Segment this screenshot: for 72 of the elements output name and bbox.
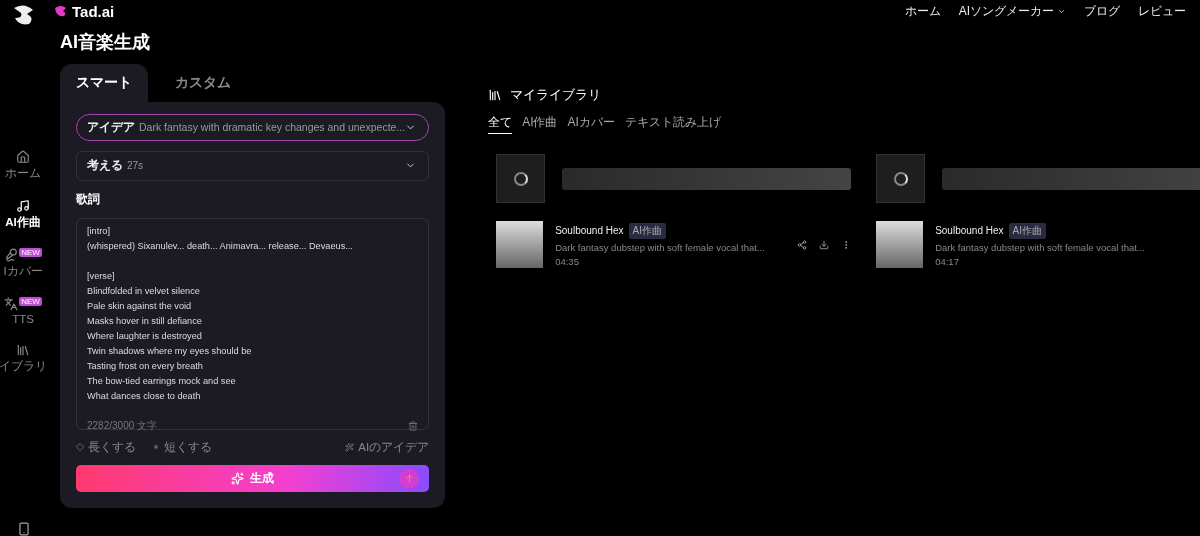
- library-tab[interactable]: AIカバー: [567, 114, 615, 134]
- sidebar-item[interactable]: イブラリ: [0, 343, 46, 374]
- nav-link[interactable]: ホーム: [904, 2, 941, 20]
- lyrics-line: Where laughter is destroyed: [87, 329, 203, 343]
- lyrics-label: 歌詞: [76, 190, 101, 208]
- sidebar-label: イブラリ: [0, 359, 47, 374]
- download-icon[interactable]: [819, 239, 830, 250]
- lyrics-line: The bow-tied earrings mock and see: [87, 374, 237, 388]
- mode-tab[interactable]: カスタム: [148, 64, 258, 102]
- sparkles-icon: [231, 471, 245, 485]
- lyrics-line: [intro]: [87, 224, 111, 238]
- sidebar-icon: [16, 199, 30, 213]
- page-title: AI音楽生成: [60, 31, 151, 54]
- library-title: マイライブラリ: [510, 86, 602, 104]
- new-badge: NEW: [19, 248, 42, 257]
- song-duration: 04:17: [935, 255, 960, 267]
- brand-name: Tad.ai: [72, 2, 115, 20]
- lyrics-line: Tasting frost on every breath: [87, 359, 204, 373]
- song-duration: 04:35: [555, 255, 580, 267]
- song-title: Soulbound Hex: [935, 225, 1004, 236]
- sidebar-label: AI作曲: [5, 215, 41, 230]
- song-description: Dark fantasy dubstep with soft female vocal that...: [555, 241, 766, 253]
- photo-placeholder: [876, 221, 924, 268]
- ai-idea-button[interactable]: AIのアイデア: [345, 439, 430, 455]
- arrow-up-icon: [399, 468, 420, 489]
- sidebar-item[interactable]: NEW Iカバー: [0, 248, 46, 279]
- loading-thumbnail: [876, 154, 926, 203]
- song-row[interactable]: Soulbound Hex AI作曲 Dark fantasy dubstep with soft female vocal that... 04:17: [876, 221, 1200, 268]
- lyrics-action-button[interactable]: 短くする: [152, 439, 212, 455]
- nav-link[interactable]: レビュー: [1138, 2, 1186, 20]
- thinking-dropdown[interactable]: 考える 27s: [76, 151, 430, 181]
- sidebar-icon: [16, 343, 30, 357]
- nav-link[interactable]: ブログ: [1084, 2, 1120, 20]
- lyrics-line: Pale skin against the void: [87, 299, 193, 313]
- sidebar-item[interactable]: ホーム: [0, 150, 46, 181]
- lyrics-action-button[interactable]: 長くする: [76, 439, 136, 455]
- song-tag: AI作曲: [1008, 222, 1046, 239]
- library-tab[interactable]: テキスト読み上げ: [624, 114, 721, 134]
- lyrics-line: [verse]: [87, 269, 116, 283]
- lyrics-line: (whispered) Sixanulev... death... Animavra... release... Devaeus...: [87, 239, 354, 253]
- loading-thumbnail: [496, 154, 546, 203]
- sidebar-label: TTS: [12, 313, 34, 325]
- sidebar-label: Iカバー: [3, 264, 43, 279]
- logo-icon: [54, 5, 68, 17]
- photo-placeholder: [496, 221, 544, 268]
- lyrics-line: What dances close to death: [87, 389, 202, 403]
- sidebar-item[interactable]: NEW TTS: [0, 297, 46, 325]
- lyrics-line: Twin shadows where my eyes should be: [87, 344, 253, 358]
- idea-dropdown[interactable]: アイデア Dark fantasy with dramatic key changes and unexpecte...: [76, 114, 430, 142]
- sidebar-icon: [4, 297, 19, 311]
- lyrics-field[interactable]: [76, 217, 430, 430]
- trash-icon[interactable]: [408, 420, 419, 431]
- diamond-icon: [76, 443, 84, 452]
- sidebar-icon: [4, 248, 19, 262]
- nav-link[interactable]: AIソングメーカー: [958, 2, 1066, 20]
- song-row[interactable]: Soulbound Hex AI作曲 Dark fantasy dubstep with soft female vocal that... 04:35: [496, 221, 852, 268]
- phone-icon[interactable]: [17, 522, 31, 536]
- library-tab[interactable]: 全て: [488, 114, 513, 134]
- song-tag: AI作曲: [628, 222, 666, 239]
- mode-tab[interactable]: スマート: [60, 64, 148, 102]
- new-badge: NEW: [19, 297, 42, 306]
- sidebar-label: ホーム: [5, 166, 41, 181]
- share-icon[interactable]: [797, 239, 808, 250]
- library-icon: [488, 88, 503, 102]
- sidebar-item[interactable]: AI作曲: [0, 199, 46, 230]
- library-tab[interactable]: AI作曲: [522, 114, 558, 134]
- song-description: Dark fantasy dubstep with soft female vocal that...: [935, 241, 1146, 253]
- lyrics-line: Masks hover in still defiance: [87, 314, 203, 328]
- sidebar-icon: [16, 150, 30, 164]
- song-title: Soulbound Hex: [555, 225, 624, 236]
- lyrics-line: Blindfolded in velvet silence: [87, 284, 201, 298]
- char-count: 2282/3000 文字: [87, 418, 158, 433]
